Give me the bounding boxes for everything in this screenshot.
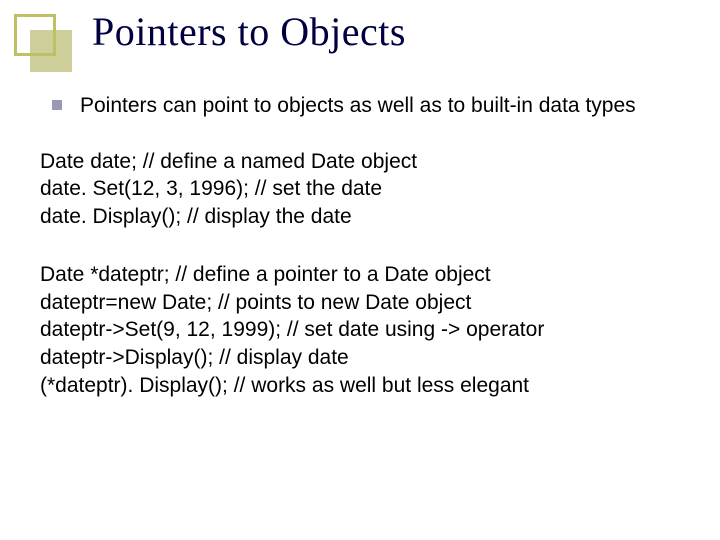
bullet-text: Pointers can point to objects as well as… (80, 92, 680, 120)
code-line: date. Set(12, 3, 1996); // set the date (40, 175, 680, 203)
bullet-square-icon (52, 100, 62, 110)
slide-body: Pointers can point to objects as well as… (40, 92, 680, 429)
corner-decoration (14, 14, 68, 68)
code-line: Date *dateptr; // define a pointer to a … (40, 261, 680, 289)
slide-title: Pointers to Objects (92, 8, 406, 55)
corner-square-outline (14, 14, 56, 56)
code-line: Date date; // define a named Date object (40, 148, 680, 176)
code-line: (*dateptr). Display(); // works as well … (40, 372, 680, 400)
code-line: dateptr->Display(); // display date (40, 344, 680, 372)
code-line: dateptr->Set(9, 12, 1999); // set date u… (40, 316, 680, 344)
code-line: dateptr=new Date; // points to new Date … (40, 289, 680, 317)
code-block-2: Date *dateptr; // define a pointer to a … (40, 261, 680, 400)
code-block-1: Date date; // define a named Date object… (40, 148, 680, 231)
bullet-item: Pointers can point to objects as well as… (40, 92, 680, 120)
slide: Pointers to Objects Pointers can point t… (0, 0, 720, 540)
code-line: date. Display(); // display the date (40, 203, 680, 231)
